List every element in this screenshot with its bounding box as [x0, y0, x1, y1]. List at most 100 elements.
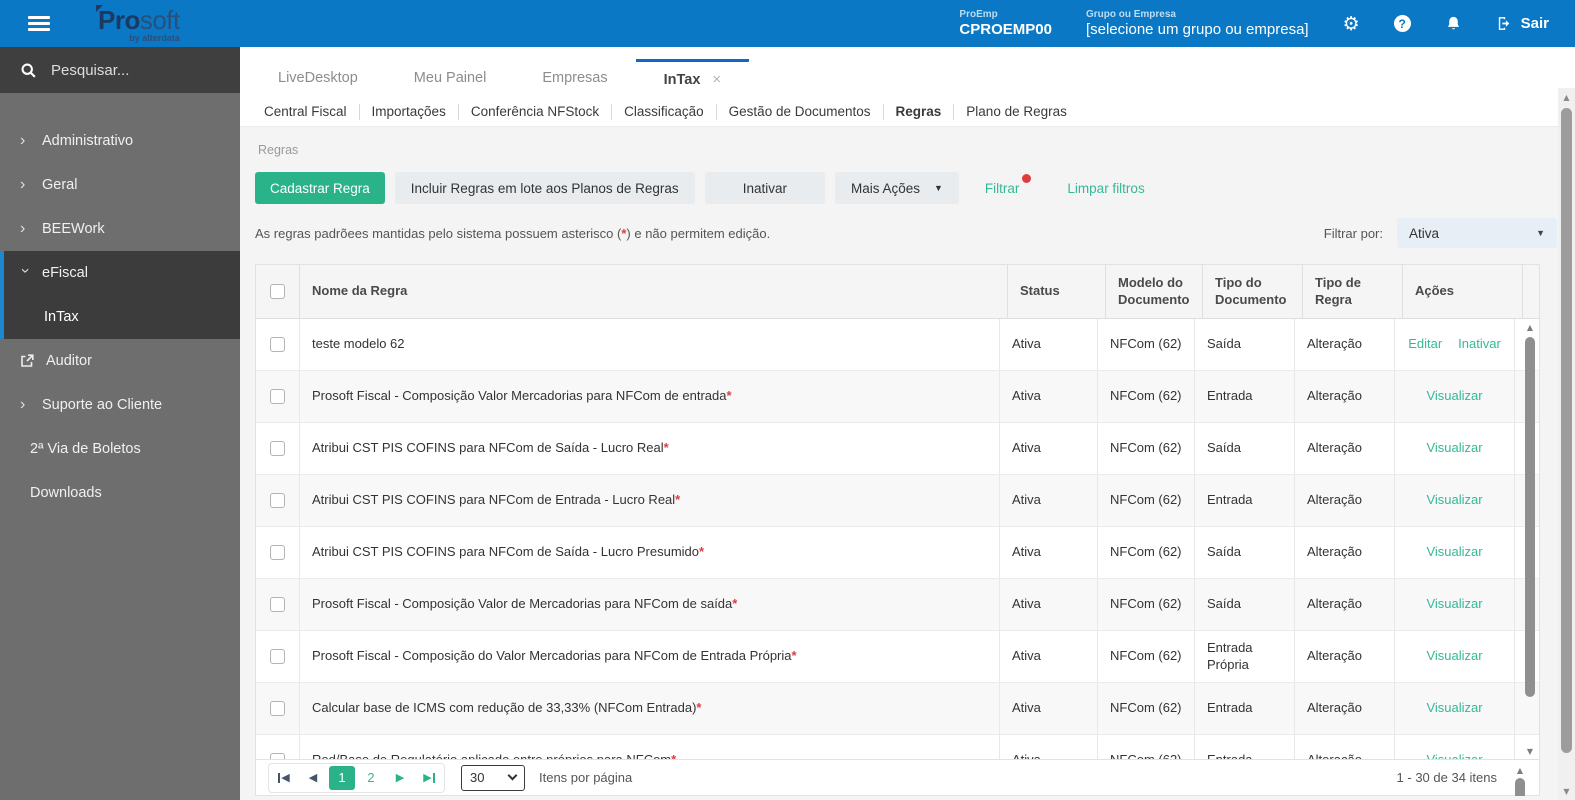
inativar-button[interactable]: Inativar	[704, 172, 825, 204]
pagination-controls: ◀ ◀ 1 2 ▶ ▶	[268, 762, 445, 793]
scroll-up-icon[interactable]: ▲	[1558, 91, 1575, 103]
visualizar-link[interactable]: Visualizar	[1426, 752, 1482, 759]
sidebar-item-suporte[interactable]: › Suporte ao Cliente	[0, 383, 240, 427]
row-checkbox[interactable]	[270, 597, 285, 612]
sidebar-item-intax[interactable]: InTax	[4, 295, 240, 339]
editar-link[interactable]: Editar	[1408, 336, 1442, 352]
sidebar-item-downloads[interactable]: Downloads	[0, 471, 240, 515]
rule-name: Atribui CST PIS COFINS para NFCom de Saí…	[312, 544, 700, 560]
subtab-gestao-documentos[interactable]: Gestão de Documentos	[717, 103, 884, 120]
table-scrollbar[interactable]: ▲ ▼	[1523, 321, 1537, 757]
sidebar-item-administrativo[interactable]: › Administrativo	[0, 119, 240, 163]
next-page-button[interactable]: ▶	[387, 765, 413, 790]
first-page-button[interactable]: ◀	[271, 765, 297, 790]
group-company-value[interactable]: [selecione um grupo ou empresa]	[1086, 21, 1309, 38]
row-checkbox[interactable]	[270, 753, 285, 759]
column-header-acoes[interactable]: Ações	[1403, 265, 1523, 318]
limpar-filtros-link[interactable]: Limpar filtros	[1067, 181, 1144, 196]
bell-icon[interactable]	[1445, 15, 1462, 33]
column-header-tipo-regra[interactable]: Tipo de Regra	[1303, 265, 1403, 318]
tab-meu-painel[interactable]: Meu Painel	[386, 59, 515, 97]
filtrar-link[interactable]: Filtrar	[985, 173, 1032, 196]
tab-intax[interactable]: InTax ×	[635, 59, 750, 97]
subtab-importacoes[interactable]: Importações	[360, 103, 459, 120]
rule-name: Prosoft Fiscal - Composição Valor de Mer…	[312, 596, 733, 612]
scroll-down-icon[interactable]: ▼	[1558, 785, 1575, 797]
row-checkbox[interactable]	[270, 337, 285, 352]
column-header-nome[interactable]: Nome da Regra	[300, 265, 1008, 318]
tipo-regra-cell: Alteração	[1295, 319, 1395, 370]
group-company-selector[interactable]: Grupo ou Empresa [selecione um grupo ou …	[1086, 9, 1309, 38]
help-icon[interactable]: ?	[1393, 15, 1411, 32]
logout-button[interactable]: Sair	[1496, 15, 1549, 32]
prosoft-logo: Prosoft by alterdata	[96, 4, 180, 43]
hamburger-menu-icon[interactable]	[28, 13, 50, 34]
cadastrar-regra-button[interactable]: Cadastrar Regra	[255, 172, 385, 204]
sidebar-item-efiscal[interactable]: › eFiscal	[4, 251, 240, 295]
sidebar-item-2via-boletos[interactable]: 2ª Via de Boletos	[0, 427, 240, 471]
tipo-documento-cell: Saída	[1195, 579, 1295, 630]
page-2-button[interactable]: 2	[358, 765, 384, 790]
visualizar-link[interactable]: Visualizar	[1426, 492, 1482, 508]
tipo-regra-cell: Alteração	[1295, 631, 1395, 682]
search-input[interactable]	[51, 61, 201, 79]
previous-page-button[interactable]: ◀	[300, 765, 326, 790]
tipo-documento-cell: Entrada	[1195, 683, 1295, 734]
rule-name: Atribui CST PIS COFINS para NFCom de Ent…	[312, 492, 676, 508]
subtab-classificacao[interactable]: Classificação	[612, 103, 717, 120]
incluir-regras-lote-button[interactable]: Incluir Regras em lote aos Planos de Reg…	[394, 172, 695, 204]
subtab-regras[interactable]: Regras	[884, 103, 955, 120]
row-checkbox[interactable]	[270, 441, 285, 456]
scrollbar-thumb[interactable]	[1561, 108, 1572, 753]
close-tab-icon[interactable]: ×	[712, 71, 721, 88]
subtab-central-fiscal[interactable]: Central Fiscal	[252, 103, 360, 120]
sidebar-item-geral[interactable]: › Geral	[0, 163, 240, 207]
row-checkbox[interactable]	[270, 493, 285, 508]
scroll-up-icon[interactable]: ▲	[1513, 764, 1527, 776]
inativar-link[interactable]: Inativar	[1458, 336, 1501, 352]
items-per-page-select[interactable]: 30	[461, 764, 525, 791]
subtab-plano-de-regras[interactable]: Plano de Regras	[954, 104, 1079, 120]
row-checkbox[interactable]	[270, 389, 285, 404]
sidebar-item-auditor[interactable]: Auditor	[0, 339, 240, 383]
tab-empresas[interactable]: Empresas	[514, 59, 635, 97]
visualizar-link[interactable]: Visualizar	[1426, 440, 1482, 456]
status-filter-dropdown[interactable]: Ativa ▼	[1397, 218, 1557, 248]
scroll-up-icon[interactable]: ▲	[1523, 321, 1537, 333]
visualizar-link[interactable]: Visualizar	[1426, 544, 1482, 560]
subtab-conferencia-nfstock[interactable]: Conferência NFStock	[459, 103, 613, 120]
status-cell: Ativa	[1000, 735, 1098, 759]
rule-name: Prosoft Fiscal - Composição Valor Mercad…	[312, 388, 727, 404]
visualizar-link[interactable]: Visualizar	[1426, 596, 1482, 612]
column-header-tipo-documento[interactable]: Tipo do Documento	[1203, 265, 1303, 318]
sidebar-item-beework[interactable]: › BEEWork	[0, 207, 240, 251]
page-1-button[interactable]: 1	[329, 765, 355, 790]
visualizar-link[interactable]: Visualizar	[1426, 648, 1482, 664]
logo-accent	[96, 4, 103, 12]
subtab-strip: Central Fiscal Importações Conferência N…	[240, 97, 1575, 127]
select-all-checkbox[interactable]	[270, 284, 285, 299]
status-cell: Ativa	[1000, 527, 1098, 578]
column-header-status[interactable]: Status	[1008, 265, 1106, 318]
asterisk-mark: *	[675, 492, 681, 508]
visualizar-link[interactable]: Visualizar	[1426, 700, 1482, 716]
last-page-button[interactable]: ▶	[416, 765, 442, 790]
mais-acoes-dropdown-button[interactable]: Mais Ações ▼	[834, 172, 959, 204]
sidebar-search[interactable]	[0, 47, 240, 93]
visualizar-link[interactable]: Visualizar	[1426, 388, 1482, 404]
row-checkbox[interactable]	[270, 545, 285, 560]
row-checkbox[interactable]	[270, 649, 285, 664]
scroll-down-icon[interactable]: ▼	[1523, 745, 1537, 757]
table-row: Calcular base de ICMS com redução de 33,…	[256, 683, 1539, 735]
tipo-regra-cell: Alteração	[1295, 527, 1395, 578]
scrollbar-thumb[interactable]	[1525, 337, 1535, 697]
tipo-documento-cell: Entrada	[1195, 735, 1295, 759]
table-header-row: Nome da Regra Status Modelo do Documento…	[256, 265, 1539, 319]
tab-livedesktop[interactable]: LiveDesktop	[250, 59, 386, 97]
items-per-page-label: Itens por página	[539, 770, 633, 785]
window-scrollbar[interactable]: ▲ ▼	[1558, 88, 1575, 800]
gear-icon[interactable]: ⚙	[1343, 13, 1360, 35]
row-checkbox[interactable]	[270, 701, 285, 716]
column-header-modelo[interactable]: Modelo do Documento	[1106, 265, 1203, 318]
table-body: teste modelo 62 Ativa NFCom (62) Saída A…	[256, 319, 1539, 759]
